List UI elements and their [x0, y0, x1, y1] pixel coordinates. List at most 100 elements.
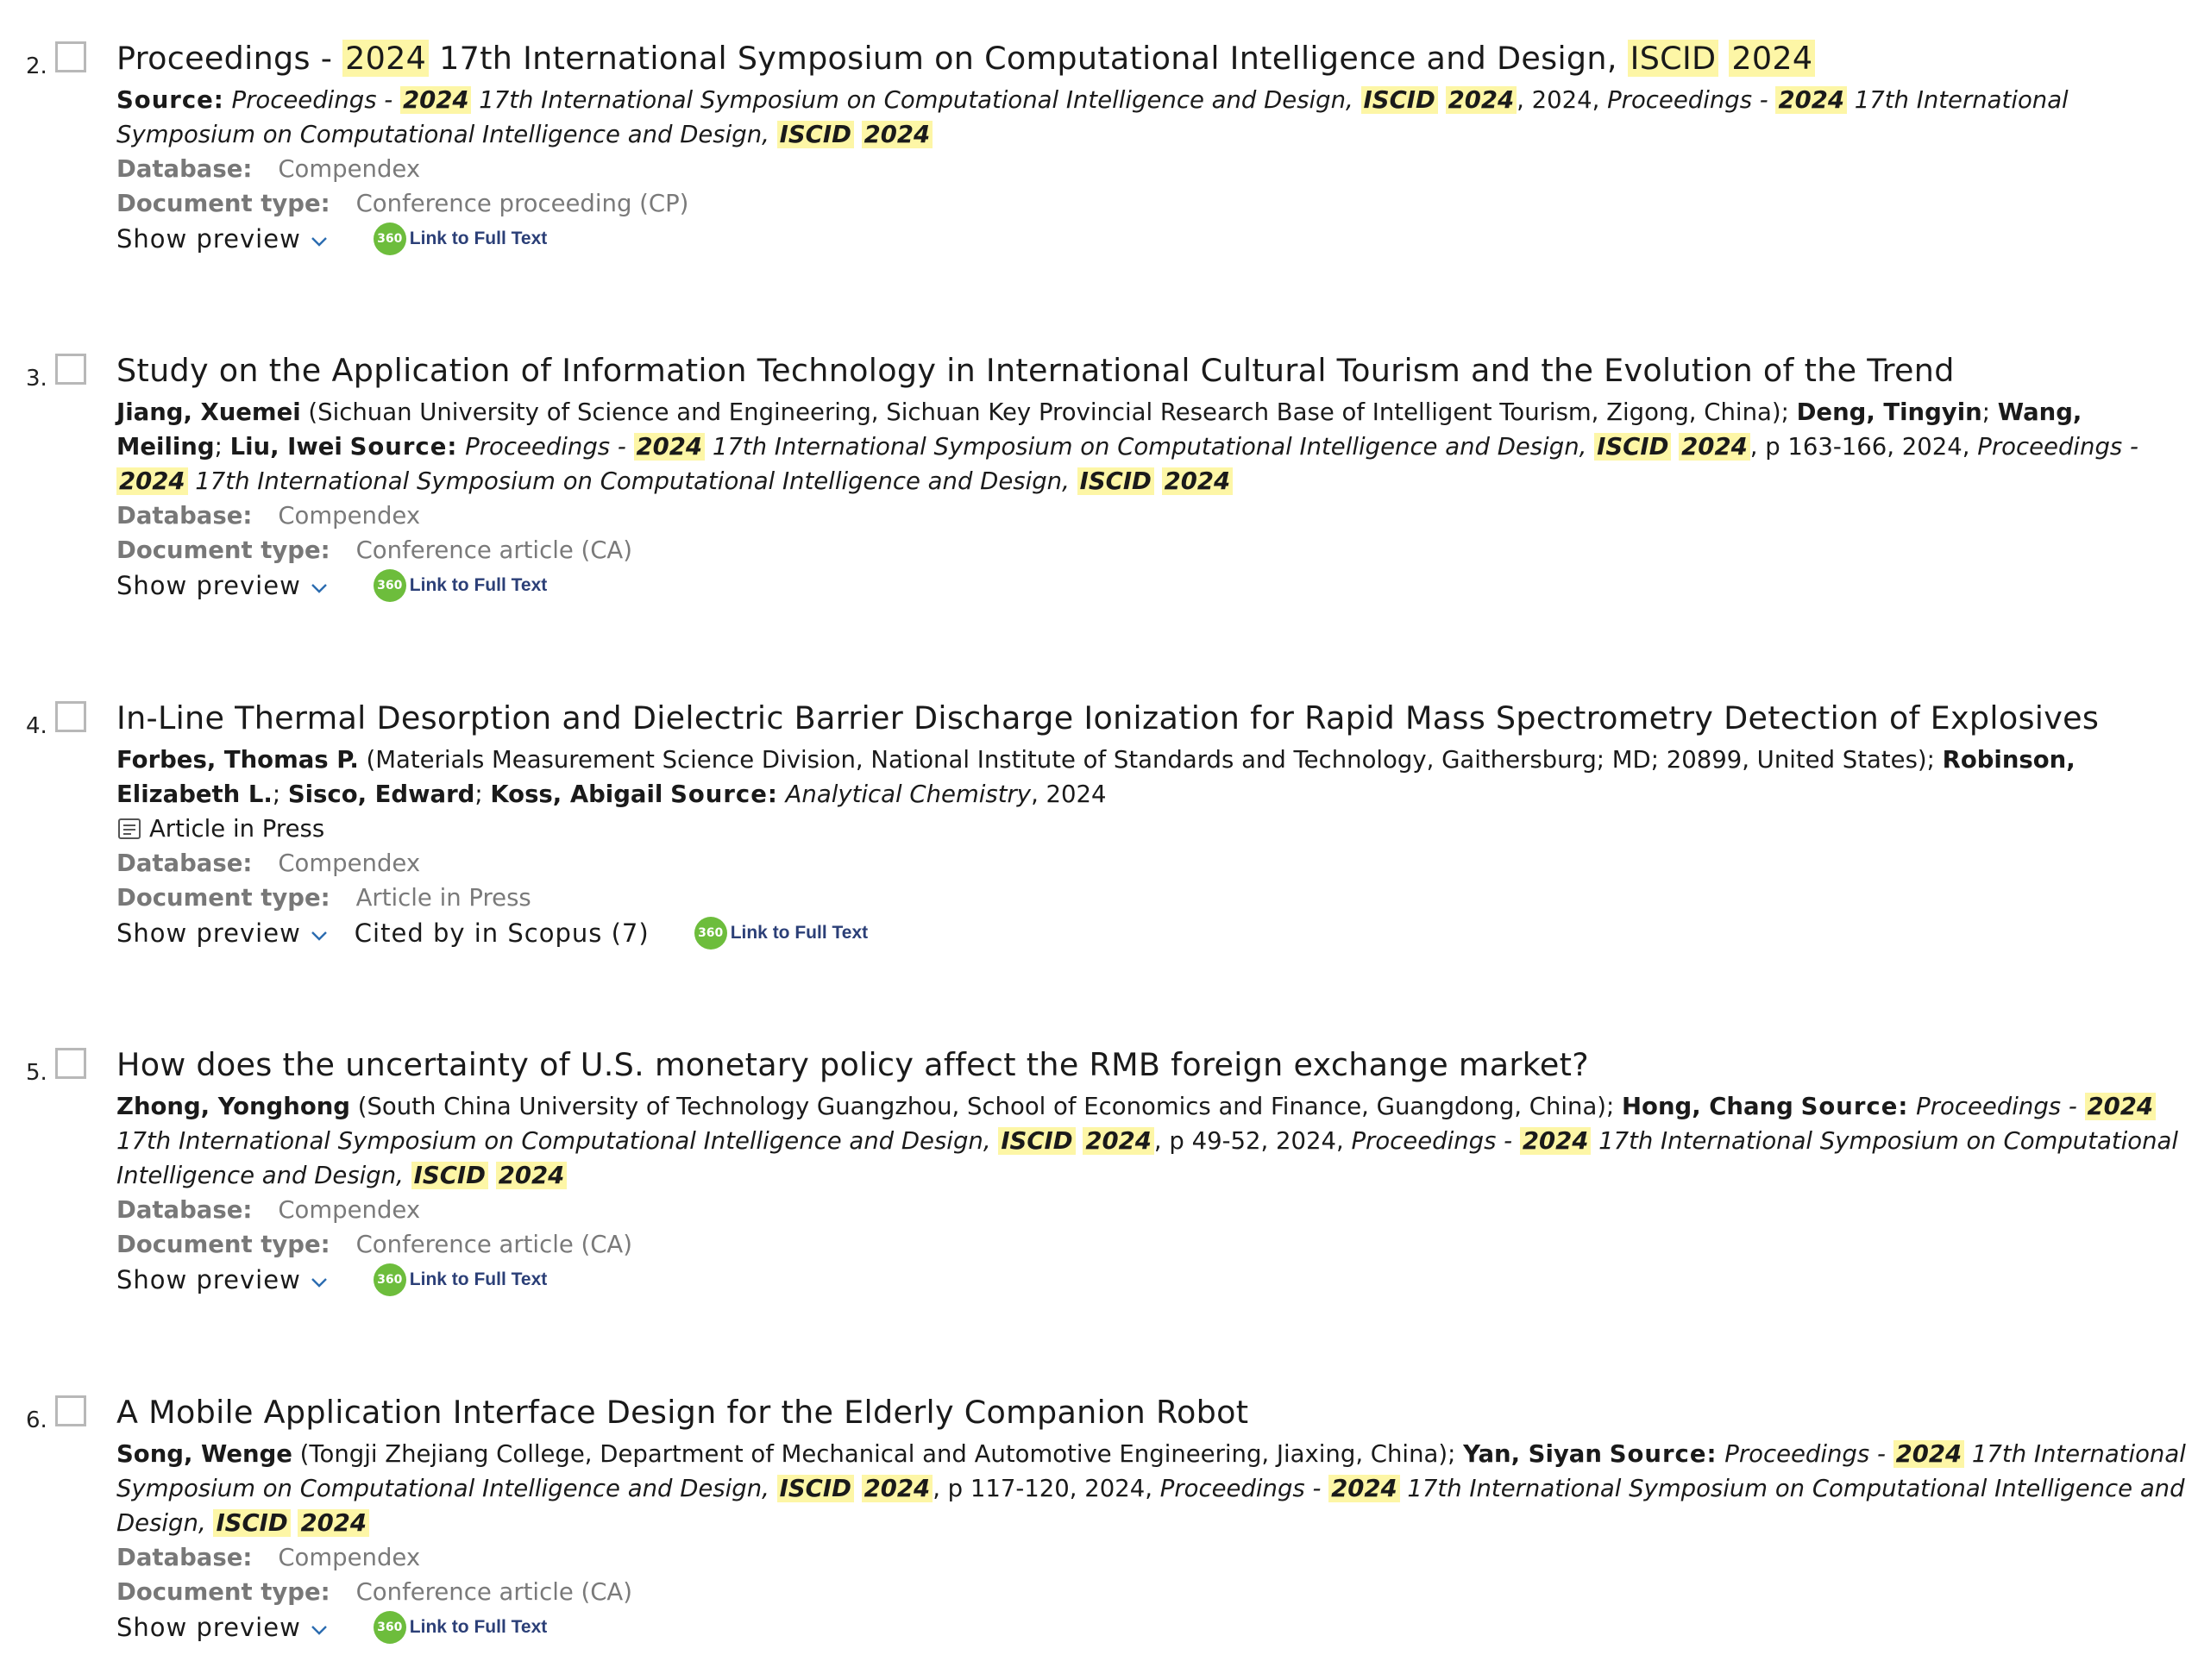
citation-text: [1718, 40, 1729, 77]
author-name[interactable]: Sisco, Edward: [288, 780, 475, 808]
citation-text: , 2024: [1031, 780, 1107, 808]
result-number: 6.: [26, 1407, 47, 1433]
show-preview-button[interactable]: Show preview: [116, 1609, 329, 1646]
result-number: 4.: [26, 713, 47, 739]
search-term-highlight: ISCID: [1077, 467, 1154, 495]
document-type-label: Document type:: [116, 884, 330, 912]
citation-text: How does the uncertainty of U.S. monetar…: [116, 1046, 1589, 1083]
search-term-highlight: 2024: [861, 1475, 933, 1502]
results-list: 2. Proceedings - 2024 17th International …: [0, 0, 2198, 1680]
cited-by-scopus-link[interactable]: Cited by in Scopus (7): [355, 915, 650, 951]
document-type-label: Document type:: [116, 1578, 330, 1606]
citation-text: In-Line Thermal Desorption and Dielectri…: [116, 699, 2100, 737]
citation-text: 17th International Symposium on Computat…: [429, 40, 1628, 77]
source-title-text: Proceedings -: [1607, 86, 1776, 114]
author-name[interactable]: Hong, Chang: [1622, 1093, 1793, 1120]
full-text-label: Link to Full Text: [730, 923, 869, 943]
citation-text: (South China University of Technology Gu…: [349, 1093, 1623, 1120]
author-name[interactable]: Yan, Siyan: [1463, 1440, 1602, 1468]
citation-text: (Tongji Zhejiang College, Department of …: [292, 1440, 1464, 1468]
citation-text: , p 117-120, 2024,: [933, 1475, 1160, 1502]
author-name[interactable]: Koss, Abigail: [490, 780, 663, 808]
search-term-highlight: 2024: [1328, 1475, 1400, 1502]
author-name[interactable]: Forbes, Thomas P.: [116, 746, 359, 774]
article-status-text: Article in Press: [149, 815, 325, 843]
article-in-press-icon: [116, 816, 144, 842]
chevron-down-icon: [310, 221, 329, 257]
citation-text: ;: [272, 780, 288, 808]
search-term-highlight: ISCID: [411, 1162, 488, 1189]
source-title-text: [854, 1475, 862, 1502]
result-actions: Show preview 360 Link to Full Text: [116, 567, 2191, 604]
citation-text: (Sichuan University of Science and Engin…: [300, 398, 1797, 426]
citation-text: [778, 780, 786, 808]
citation: Source: Proceedings - 2024 17th Internat…: [116, 83, 2191, 152]
result-checkbox[interactable]: [55, 1395, 86, 1426]
author-name[interactable]: Zhong, Yonghong: [116, 1093, 350, 1120]
result-checkbox[interactable]: [55, 701, 86, 732]
full-text-360-icon: 360: [694, 917, 727, 950]
search-term-highlight: 2024: [861, 121, 933, 148]
search-term-highlight: 2024: [399, 86, 472, 114]
search-term-highlight: 2024: [1445, 86, 1517, 114]
result-number: 2.: [26, 53, 47, 79]
full-text-label: Link to Full Text: [409, 229, 548, 248]
source-label: Source:: [349, 433, 458, 461]
result-checkbox[interactable]: [55, 41, 86, 72]
show-preview-button[interactable]: Show preview: [116, 567, 329, 604]
citation: Jiang, Xuemei (Sichuan University of Sci…: [116, 395, 2191, 498]
result-actions: Show preview 360 Link to Full Text: [116, 1609, 2191, 1646]
result-title[interactable]: Study on the Application of Information …: [116, 348, 2191, 393]
link-to-full-text-button[interactable]: 360 Link to Full Text: [373, 567, 547, 604]
result-checkbox[interactable]: [55, 354, 86, 385]
chevron-down-icon: [310, 567, 329, 604]
show-preview-label: Show preview: [116, 1265, 301, 1294]
citation-text: [342, 433, 350, 461]
source-title-text: 17th International Symposium on Computat…: [187, 467, 1077, 495]
result-checkbox[interactable]: [55, 1048, 86, 1079]
database-value: Compendex: [278, 1196, 421, 1224]
show-preview-button[interactable]: Show preview: [116, 221, 329, 257]
chevron-down-icon: [310, 1609, 329, 1646]
result-title[interactable]: Proceedings - 2024 17th International Sy…: [116, 36, 2191, 81]
source-title-text: Analytical Chemistry: [785, 780, 1032, 808]
source-title-text: 17th International Symposium on Computat…: [705, 433, 1595, 461]
full-text-label: Link to Full Text: [409, 1617, 548, 1637]
result-actions: Show preview Cited by in Scopus (7) 360 Lin…: [116, 915, 2191, 951]
result-title[interactable]: How does the uncertainty of U.S. monetar…: [116, 1043, 2191, 1088]
result-body: Proceedings - 2024 17th International Sy…: [116, 40, 2191, 257]
link-to-full-text-button[interactable]: 360 Link to Full Text: [373, 1609, 548, 1646]
full-text-360-icon: 360: [373, 1611, 406, 1644]
citation-text: ;: [214, 433, 230, 461]
link-to-full-text-button[interactable]: 360 Link to Full Text: [373, 221, 548, 257]
source-title-text: Proceedings -: [1159, 1475, 1329, 1502]
author-name[interactable]: Liu, Iwei: [230, 433, 342, 461]
show-preview-button[interactable]: Show preview: [116, 1262, 329, 1298]
citation-text: [1908, 1093, 1916, 1120]
show-preview-button[interactable]: Show preview: [116, 915, 329, 951]
citation-text: [457, 433, 465, 461]
chevron-down-icon: [310, 1262, 329, 1298]
author-name[interactable]: Jiang, Xuemei: [116, 398, 301, 426]
search-term-highlight: 2024: [1679, 433, 1750, 461]
document-type-value: Conference article (CA): [355, 1578, 632, 1606]
source-title-text: 17th International Symposium on Computat…: [116, 1127, 999, 1155]
search-term-highlight: ISCID: [776, 1475, 854, 1502]
database-row: Database: Compendex: [116, 152, 2191, 186]
author-name[interactable]: Song, Wenge: [116, 1440, 292, 1468]
result-title[interactable]: In-Line Thermal Desorption and Dielectri…: [116, 696, 2191, 741]
database-label: Database:: [116, 1544, 253, 1571]
result-actions: Show preview 360 Link to Full Text: [116, 221, 2191, 257]
search-term-highlight: ISCID: [1627, 40, 1719, 77]
result-title[interactable]: A Mobile Application Interface Design fo…: [116, 1390, 2191, 1435]
citation-text: A Mobile Application Interface Design fo…: [116, 1394, 1249, 1431]
source-title-text: Proceedings -: [1977, 433, 2138, 461]
search-term-highlight: ISCID: [998, 1127, 1076, 1155]
document-type-row: Document type: Article in Press: [116, 881, 2191, 915]
author-name[interactable]: Deng, Tingyin: [1797, 398, 1982, 426]
link-to-full-text-button[interactable]: 360 Link to Full Text: [373, 1262, 547, 1298]
link-to-full-text-button[interactable]: 360 Link to Full Text: [694, 915, 868, 951]
search-term-highlight: 2024: [116, 467, 188, 495]
citation: Zhong, Yonghong (South China University …: [116, 1089, 2191, 1193]
document-type-value: Conference proceeding (CP): [355, 190, 689, 217]
